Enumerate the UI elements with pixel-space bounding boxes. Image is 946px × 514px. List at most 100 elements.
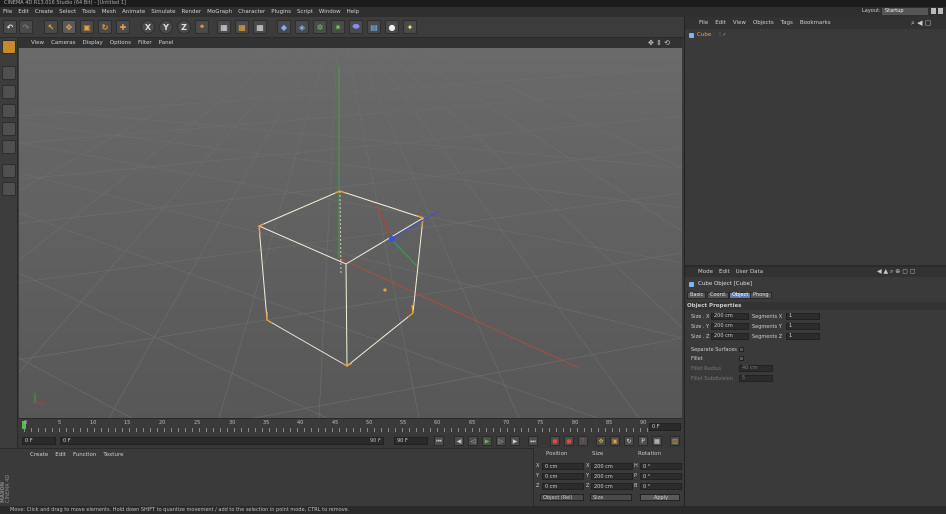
viewport-menu-display[interactable]: Display (83, 40, 103, 46)
separate-surfaces-checkbox[interactable] (739, 347, 744, 352)
live-selection-icon[interactable]: ↖ (44, 20, 58, 34)
menu-tools[interactable]: Tools (82, 9, 96, 15)
redo-icon[interactable]: ↷ (19, 20, 33, 34)
menu-select[interactable]: Select (59, 9, 76, 15)
floor-icon[interactable]: ▤ (367, 20, 381, 34)
snapping-icon[interactable] (2, 182, 16, 196)
material-menu-texture[interactable]: Texture (103, 452, 123, 458)
x-axis-lock-button[interactable]: X (141, 20, 155, 34)
add-tool-icon[interactable]: ✚ (116, 20, 130, 34)
viewport-menu-options[interactable]: Options (110, 40, 131, 46)
mograph-icon[interactable]: ✷ (331, 20, 345, 34)
am-menu-user-data[interactable]: User Data (736, 269, 763, 275)
coord-pos-x-field[interactable]: 0 cm (542, 463, 584, 470)
menu-mograph[interactable]: MoGraph (207, 9, 232, 15)
light-icon[interactable]: ✦ (403, 20, 417, 34)
timeline-ruler[interactable]: 0 5 10 15 20 25 30 35 40 45 50 55 60 65 … (18, 418, 683, 434)
fillet-subdivision-field[interactable]: 5 (739, 375, 773, 382)
am-nav-icons[interactable]: ◀ ▲ ⌕ ⊕ ▢ ▢ (877, 268, 916, 276)
menu-character[interactable]: Character (238, 9, 265, 15)
y-axis-lock-button[interactable]: Y (159, 20, 173, 34)
menu-window[interactable]: Window (319, 9, 341, 15)
size-y-field[interactable]: 200 cm (711, 323, 749, 330)
record-keys-icon[interactable]: ● (550, 436, 560, 446)
coord-pos-z-field[interactable]: 0 cm (542, 483, 584, 490)
segments-z-field[interactable]: 1 (786, 333, 820, 340)
tab-object[interactable]: Object (729, 292, 752, 299)
texture-mode-icon[interactable] (2, 85, 16, 99)
rotate-tool-icon[interactable]: ↻ (98, 20, 112, 34)
z-axis-lock-button[interactable]: Z (177, 20, 191, 34)
subdivision-surface-icon[interactable]: ◈ (295, 20, 309, 34)
next-key-icon[interactable]: ▶ (510, 436, 520, 446)
coordinate-system-icon[interactable]: ⌖ (195, 20, 209, 34)
edges-mode-icon[interactable] (2, 122, 16, 136)
key-position-icon[interactable]: ✥ (596, 436, 606, 446)
apply-button[interactable]: Apply (640, 494, 680, 501)
current-frame-field[interactable]: 0 F (649, 423, 681, 431)
axis-mode-icon[interactable] (2, 164, 16, 178)
menu-plugins[interactable]: Plugins (271, 9, 291, 15)
layout-restore-icon[interactable] (931, 8, 936, 14)
start-frame-field[interactable]: 0 F (22, 437, 56, 445)
am-menu-mode[interactable]: Mode (698, 269, 713, 275)
material-menu-create[interactable]: Create (30, 452, 48, 458)
om-search-icon[interactable]: ⌕ ◀ ▢ (911, 19, 931, 28)
auto-keying-icon[interactable]: ● (564, 436, 574, 446)
coord-rot-b-field[interactable]: 0 ° (640, 483, 682, 490)
3d-viewport[interactable] (19, 48, 682, 418)
layout-close-icon[interactable] (938, 8, 943, 14)
coord-size-z-field[interactable]: 200 cm (591, 483, 633, 490)
menu-create[interactable]: Create (35, 9, 53, 15)
am-menu-edit[interactable]: Edit (719, 269, 730, 275)
menu-animate[interactable]: Animate (122, 9, 145, 15)
camera-icon[interactable]: ● (385, 20, 399, 34)
model-mode-icon[interactable] (2, 66, 16, 80)
fillet-radius-field[interactable]: 40 cm (739, 365, 773, 372)
menu-render[interactable]: Render (182, 9, 202, 15)
preview-range-slider[interactable]: 0 F (60, 437, 384, 445)
key-rotation-icon[interactable]: ↻ (624, 436, 634, 446)
polygons-mode-icon[interactable] (2, 140, 16, 154)
viewport-menu-view[interactable]: View (31, 40, 44, 46)
menu-script[interactable]: Script (297, 9, 313, 15)
coord-rot-p-field[interactable]: 0 ° (640, 473, 682, 480)
visibility-dots-icon[interactable]: ⁝ ✓ (719, 32, 726, 38)
end-frame-field[interactable]: 90 F (394, 437, 428, 445)
coord-pos-y-field[interactable]: 0 cm (542, 473, 584, 480)
go-to-end-icon[interactable]: ⏭ (528, 436, 538, 446)
key-param-icon[interactable]: P (638, 436, 648, 446)
viewport-menu-cameras[interactable]: Cameras (51, 40, 75, 46)
render-view-icon[interactable]: ▦ (217, 20, 231, 34)
gizmo-center[interactable] (389, 236, 395, 242)
move-tool-icon[interactable]: ✥ (62, 20, 76, 34)
om-menu-bookmarks[interactable]: Bookmarks (800, 20, 831, 26)
timeline-window-icon[interactable]: ▥ (670, 436, 680, 446)
menu-edit[interactable]: Edit (18, 9, 29, 15)
undo-icon[interactable]: ↶ (3, 20, 17, 34)
menu-simulate[interactable]: Simulate (151, 9, 175, 15)
object-row-cube[interactable]: Cube ⁝ ✓ (689, 31, 749, 39)
coord-size-y-field[interactable]: 200 cm (591, 473, 633, 480)
key-scale-icon[interactable]: ▣ (610, 436, 620, 446)
tab-coord[interactable]: Coord. (707, 292, 730, 299)
om-menu-file[interactable]: File (699, 20, 708, 26)
coord-size-x-field[interactable]: 200 cm (591, 463, 633, 470)
segments-y-field[interactable]: 1 (786, 323, 820, 330)
viewport-menu-filter[interactable]: Filter (138, 40, 152, 46)
prev-frame-icon[interactable]: ◁ (468, 436, 478, 446)
coord-rot-h-field[interactable]: 0 ° (640, 463, 682, 470)
material-menu-function[interactable]: Function (73, 452, 96, 458)
points-mode-icon[interactable] (2, 104, 16, 118)
menu-mesh[interactable]: Mesh (102, 9, 116, 15)
play-icon[interactable]: ▶ (482, 436, 492, 446)
om-menu-objects[interactable]: Objects (753, 20, 774, 26)
om-menu-tags[interactable]: Tags (781, 20, 793, 26)
prev-key-icon[interactable]: ◀ (454, 436, 464, 446)
size-x-field[interactable]: 200 cm (711, 313, 749, 320)
make-editable-icon[interactable] (2, 40, 16, 54)
om-menu-edit[interactable]: Edit (715, 20, 726, 26)
fillet-checkbox[interactable] (739, 356, 744, 361)
size-z-field[interactable]: 200 cm (711, 333, 749, 340)
viewport-menu-panel[interactable]: Panel (159, 40, 174, 46)
